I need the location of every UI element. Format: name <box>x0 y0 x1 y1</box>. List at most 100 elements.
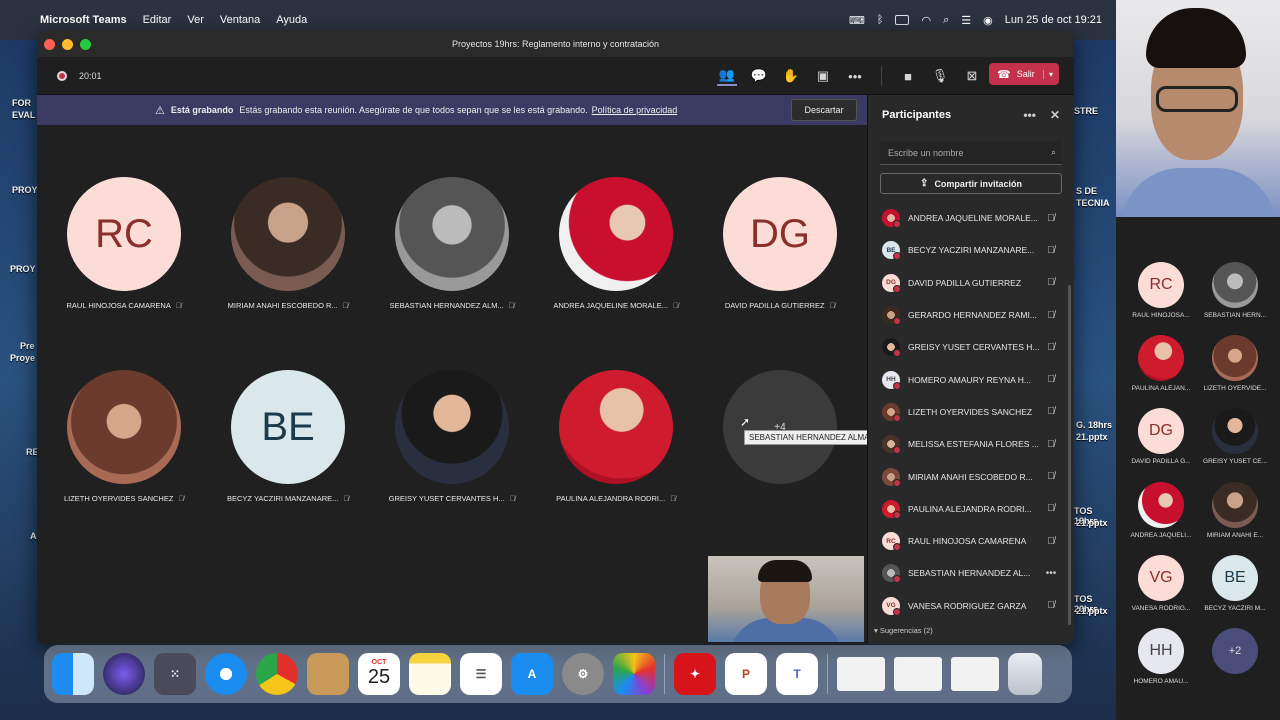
participant-tile[interactable]: PAULINA ALEJAN... <box>1124 335 1198 392</box>
self-video-preview[interactable] <box>708 556 864 642</box>
muted-mic-icon[interactable]: 🎙̸ <box>1041 213 1061 224</box>
menubar-clock[interactable]: Lun 25 de oct 19:21 <box>1005 14 1102 26</box>
participant-tile[interactable]: MIRIAM ANAHI E... <box>1198 482 1272 539</box>
active-speaker-video[interactable] <box>1116 0 1280 217</box>
powerpoint-icon[interactable]: P <box>725 653 767 695</box>
participant-tile[interactable]: GREISY YUSET CE... <box>1198 408 1272 465</box>
more-actions-icon[interactable]: ••• <box>845 66 865 86</box>
participant-tile[interactable]: RC RAUL HINOJOSA... <box>1124 262 1198 319</box>
close-icon[interactable]: ✕ <box>1050 108 1060 122</box>
list-item[interactable]: BE BECYZ YACZIRI MANZANARE... 🎙̸ <box>868 234 1074 266</box>
muted-mic-icon[interactable]: 🎙̸ <box>1041 406 1061 417</box>
launchpad-icon[interactable]: ⁙ <box>154 653 196 695</box>
chrome-icon[interactable] <box>256 653 298 695</box>
menu-view[interactable]: Ver <box>187 14 204 26</box>
panel-scrollbar[interactable] <box>1068 285 1071 625</box>
control-center-icon[interactable]: ☰ <box>961 14 971 27</box>
participant-tile[interactable]: VG VANESA RODRIG... <box>1124 555 1198 612</box>
minimized-window-thumbnail[interactable] <box>894 657 942 691</box>
finder-icon[interactable] <box>52 653 94 695</box>
participant-tile[interactable]: HH HOMERO AMAU... <box>1124 628 1198 685</box>
desktop-file-label[interactable]: 21.pptx <box>1076 518 1108 528</box>
suggestions-section[interactable]: ▾ Sugerencias (2) <box>874 626 933 635</box>
participant-tile[interactable]: SEBASTIAN HERNANDEZ ALM... 🎙̸ <box>370 177 534 310</box>
muted-mic-icon[interactable]: 🎙̸ <box>1041 471 1061 482</box>
participant-tile[interactable]: MIRIAM ANAHI ESCOBEDO R... 🎙̸ <box>206 177 370 310</box>
list-item[interactable]: SEBASTIAN HERNANDEZ AL... ••• <box>868 557 1074 589</box>
muted-mic-icon[interactable]: 🎙̸ <box>1041 310 1061 321</box>
photos-icon[interactable] <box>613 653 655 695</box>
desktop-file-label[interactable]: EVAL <box>12 110 35 120</box>
muted-mic-icon[interactable]: 🎙̸ <box>1041 277 1061 288</box>
desktop-file-label[interactable]: TECNIA <box>1076 198 1110 208</box>
leave-button[interactable]: ☎ Salir ▾ <box>989 63 1059 85</box>
list-item[interactable]: HH HOMERO AMAURY REYNA H... 🎙̸ <box>868 363 1074 395</box>
app-store-icon[interactable]: A <box>511 653 553 695</box>
participant-tile[interactable]: DG DAVID PADILLA G... <box>1124 408 1198 465</box>
participants-icon[interactable]: 👥 <box>717 66 737 86</box>
share-screen-icon[interactable]: ⊠ <box>962 66 982 86</box>
desktop-file-label[interactable]: PROY <box>12 185 38 195</box>
spotlight-search-icon[interactable]: ⌕ <box>943 14 949 27</box>
system-preferences-icon[interactable]: ⚙ <box>562 653 604 695</box>
participant-tile[interactable]: DG DAVID PADILLA GUTIERREZ 🎙̸ <box>698 177 862 310</box>
wifi-icon[interactable]: ◠ <box>921 14 931 27</box>
rooms-icon[interactable]: ▣ <box>813 66 833 86</box>
muted-mic-icon[interactable]: 🎙̸ <box>1041 245 1061 256</box>
bluetooth-icon[interactable]: ᛒ <box>877 14 884 26</box>
list-item[interactable]: MIRIAM ANAHI ESCOBEDO R... 🎙̸ <box>868 460 1074 492</box>
desktop-file-label[interactable]: Proye <box>10 353 35 363</box>
contacts-icon[interactable] <box>307 653 349 695</box>
camera-icon[interactable]: ■ <box>898 66 918 86</box>
minimized-window-thumbnail[interactable] <box>837 657 885 691</box>
list-item[interactable]: VG VANESA RODRIGUEZ GARZA 🎙̸ <box>868 590 1074 622</box>
menu-window[interactable]: Ventana <box>220 14 260 26</box>
list-item[interactable]: LIZETH OYERVIDES SANCHEZ 🎙̸ <box>868 396 1074 428</box>
more-options-icon[interactable]: ••• <box>1023 108 1036 122</box>
microphone-icon[interactable]: 🎙 <box>930 66 950 86</box>
participant-tile[interactable]: SEBASTIAN HERN... <box>1198 262 1272 319</box>
menu-edit[interactable]: Editar <box>143 14 172 26</box>
muted-mic-icon[interactable]: 🎙̸ <box>1041 536 1061 547</box>
desktop-file-label[interactable]: FOR <box>12 98 31 108</box>
participant-tile[interactable]: LIZETH OYERVIDE... <box>1198 335 1272 392</box>
trash-icon[interactable] <box>1008 653 1042 695</box>
desktop-file-label[interactable]: 21.pptx <box>1076 432 1108 442</box>
safari-icon[interactable] <box>205 653 247 695</box>
participant-tile[interactable]: GREISY YUSET CERVANTES H... 🎙̸ <box>370 370 534 503</box>
participant-tile[interactable]: LIZETH OYERVIDES SANCHEZ 🎙̸ <box>42 370 206 503</box>
minimized-window-thumbnail[interactable] <box>951 657 999 691</box>
participant-tile[interactable]: ANDREA JAQUELI... <box>1124 482 1198 539</box>
desktop-file-label[interactable]: PROY <box>10 264 36 274</box>
share-invite-button[interactable]: ⇪ Compartir invitación <box>880 173 1062 194</box>
more-participants-tile[interactable]: +2 <box>1198 628 1272 674</box>
participant-tile[interactable]: PAULINA ALEJANDRA RODRI... 🎙̸ <box>534 370 698 503</box>
calendar-icon[interactable]: OCT 25 <box>358 653 400 695</box>
participant-search-input[interactable]: Escribe un nombre ⌕ <box>880 141 1062 165</box>
muted-mic-icon[interactable]: 🎙̸ <box>1041 600 1061 611</box>
chat-icon[interactable]: 💬 <box>749 66 769 86</box>
more-participants-tile[interactable]: +4 <box>698 370 862 484</box>
desktop-file-label[interactable]: Pre <box>20 341 35 351</box>
participant-tile[interactable]: BE BECYZ YACZIRI MANZANARE... 🎙̸ <box>206 370 370 503</box>
more-options-icon[interactable]: ••• <box>1041 568 1061 579</box>
desktop-file-label[interactable]: S DE <box>1076 186 1097 196</box>
list-item[interactable]: GREISY YUSET CERVANTES H... 🎙̸ <box>868 331 1074 363</box>
participant-tile[interactable]: ANDREA JAQUELINE MORALE... 🎙̸ <box>534 177 698 310</box>
desktop-file-label[interactable]: A <box>30 531 37 541</box>
desktop-file-label[interactable]: 21.pptx <box>1076 606 1108 616</box>
battery-icon[interactable] <box>895 15 910 25</box>
reactions-icon[interactable]: ✋ <box>781 66 801 86</box>
list-item[interactable]: RC RAUL HINOJOSA CAMARENA 🎙̸ <box>868 525 1074 557</box>
list-item[interactable]: ANDREA JAQUELINE MORALE... 🎙̸ <box>868 202 1074 234</box>
menu-help[interactable]: Ayuda <box>276 14 307 26</box>
siri-icon[interactable] <box>103 653 145 695</box>
muted-mic-icon[interactable]: 🎙̸ <box>1041 439 1061 450</box>
participant-tile[interactable]: RC RAUL HINOJOSA CAMARENA 🎙̸ <box>42 177 206 310</box>
privacy-policy-link[interactable]: Política de privacidad <box>592 105 678 115</box>
desktop-file-label[interactable]: G. 18hrs <box>1076 420 1112 430</box>
siri-icon[interactable]: ◉ <box>983 14 993 27</box>
list-item[interactable]: MELISSA ESTEFANIA FLORES ... 🎙̸ <box>868 428 1074 460</box>
list-item[interactable]: GERARDO HERNANDEZ RAMI... 🎙̸ <box>868 299 1074 331</box>
participant-tile[interactable]: BE BECYZ YACZIRI M... <box>1198 555 1272 612</box>
